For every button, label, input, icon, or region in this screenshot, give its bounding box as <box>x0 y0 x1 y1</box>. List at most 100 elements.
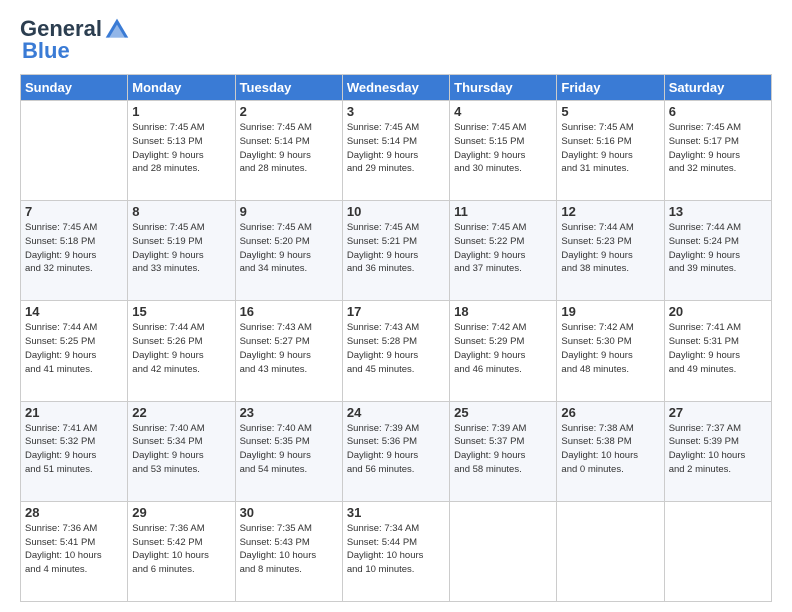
day-number: 28 <box>25 505 123 520</box>
day-number: 25 <box>454 405 552 420</box>
day-number: 27 <box>669 405 767 420</box>
day-number: 29 <box>132 505 230 520</box>
day-cell <box>450 501 557 601</box>
day-cell: 28 Sunrise: 7:36 AM Sunset: 5:41 PM Dayli… <box>21 501 128 601</box>
week-row-4: 21 Sunrise: 7:41 AM Sunset: 5:32 PM Dayli… <box>21 401 772 501</box>
week-row-1: 1Sunrise: 7:45 AM Sunset: 5:13 PM Daylig… <box>21 101 772 201</box>
day-info: Sunrise: 7:45 AM Sunset: 5:14 PM Dayligh… <box>240 121 338 176</box>
day-info: Sunrise: 7:40 AM Sunset: 5:35 PM Dayligh… <box>240 422 338 477</box>
day-info: Sunrise: 7:41 AM Sunset: 5:31 PM Dayligh… <box>669 321 767 376</box>
day-number: 9 <box>240 204 338 219</box>
day-cell: 15 Sunrise: 7:44 AM Sunset: 5:26 PM Dayli… <box>128 301 235 401</box>
day-cell <box>664 501 771 601</box>
day-info: Sunrise: 7:34 AM Sunset: 5:44 PM Dayligh… <box>347 522 445 577</box>
logo-icon <box>104 16 130 42</box>
day-cell: 27Sunrise: 7:37 AM Sunset: 5:39 PM Dayli… <box>664 401 771 501</box>
day-info: Sunrise: 7:36 AM Sunset: 5:41 PM Dayligh… <box>25 522 123 577</box>
logo: General Blue <box>20 16 132 64</box>
day-cell: 13Sunrise: 7:44 AM Sunset: 5:24 PM Dayli… <box>664 201 771 301</box>
day-number: 16 <box>240 304 338 319</box>
weekday-thursday: Thursday <box>450 75 557 101</box>
day-number: 15 <box>132 304 230 319</box>
day-number: 6 <box>669 104 767 119</box>
day-cell: 12 Sunrise: 7:44 AM Sunset: 5:23 PM Dayli… <box>557 201 664 301</box>
day-cell: 18 Sunrise: 7:42 AM Sunset: 5:29 PM Dayli… <box>450 301 557 401</box>
day-number: 11 <box>454 204 552 219</box>
day-cell: 31 Sunrise: 7:34 AM Sunset: 5:44 PM Dayli… <box>342 501 449 601</box>
day-info: Sunrise: 7:40 AM Sunset: 5:34 PM Dayligh… <box>132 422 230 477</box>
day-number: 7 <box>25 204 123 219</box>
day-info: Sunrise: 7:43 AM Sunset: 5:28 PM Dayligh… <box>347 321 445 376</box>
day-number: 26 <box>561 405 659 420</box>
day-cell: 14Sunrise: 7:44 AM Sunset: 5:25 PM Dayli… <box>21 301 128 401</box>
day-cell: 3Sunrise: 7:45 AM Sunset: 5:14 PM Daylig… <box>342 101 449 201</box>
day-info: Sunrise: 7:45 AM Sunset: 5:20 PM Dayligh… <box>240 221 338 276</box>
logo-blue-text: Blue <box>22 38 70 64</box>
weekday-sunday: Sunday <box>21 75 128 101</box>
day-number: 21 <box>25 405 123 420</box>
day-number: 24 <box>347 405 445 420</box>
week-row-5: 28 Sunrise: 7:36 AM Sunset: 5:41 PM Dayli… <box>21 501 772 601</box>
day-number: 17 <box>347 304 445 319</box>
day-cell: 29 Sunrise: 7:36 AM Sunset: 5:42 PM Dayli… <box>128 501 235 601</box>
day-info: Sunrise: 7:42 AM Sunset: 5:30 PM Dayligh… <box>561 321 659 376</box>
day-number: 30 <box>240 505 338 520</box>
day-info: Sunrise: 7:45 AM Sunset: 5:15 PM Dayligh… <box>454 121 552 176</box>
day-info: Sunrise: 7:38 AM Sunset: 5:38 PM Dayligh… <box>561 422 659 477</box>
day-cell: 21 Sunrise: 7:41 AM Sunset: 5:32 PM Dayli… <box>21 401 128 501</box>
day-number: 31 <box>347 505 445 520</box>
day-cell: 4Sunrise: 7:45 AM Sunset: 5:15 PM Daylig… <box>450 101 557 201</box>
day-number: 19 <box>561 304 659 319</box>
day-cell: 10 Sunrise: 7:45 AM Sunset: 5:21 PM Dayli… <box>342 201 449 301</box>
day-number: 18 <box>454 304 552 319</box>
day-number: 5 <box>561 104 659 119</box>
weekday-tuesday: Tuesday <box>235 75 342 101</box>
day-cell: 16 Sunrise: 7:43 AM Sunset: 5:27 PM Dayli… <box>235 301 342 401</box>
day-cell: 20 Sunrise: 7:41 AM Sunset: 5:31 PM Dayli… <box>664 301 771 401</box>
weekday-saturday: Saturday <box>664 75 771 101</box>
day-cell: 22 Sunrise: 7:40 AM Sunset: 5:34 PM Dayli… <box>128 401 235 501</box>
day-cell: 2Sunrise: 7:45 AM Sunset: 5:14 PM Daylig… <box>235 101 342 201</box>
week-row-2: 7Sunrise: 7:45 AM Sunset: 5:18 PM Daylig… <box>21 201 772 301</box>
day-cell: 17 Sunrise: 7:43 AM Sunset: 5:28 PM Dayli… <box>342 301 449 401</box>
day-info: Sunrise: 7:44 AM Sunset: 5:26 PM Dayligh… <box>132 321 230 376</box>
day-number: 22 <box>132 405 230 420</box>
day-cell: 11 Sunrise: 7:45 AM Sunset: 5:22 PM Dayli… <box>450 201 557 301</box>
day-number: 20 <box>669 304 767 319</box>
header: General Blue <box>20 16 772 64</box>
day-cell <box>21 101 128 201</box>
day-info: Sunrise: 7:35 AM Sunset: 5:43 PM Dayligh… <box>240 522 338 577</box>
day-number: 3 <box>347 104 445 119</box>
day-cell: 25 Sunrise: 7:39 AM Sunset: 5:37 PM Dayli… <box>450 401 557 501</box>
day-info: Sunrise: 7:45 AM Sunset: 5:19 PM Dayligh… <box>132 221 230 276</box>
day-number: 8 <box>132 204 230 219</box>
day-info: Sunrise: 7:45 AM Sunset: 5:21 PM Dayligh… <box>347 221 445 276</box>
day-cell: 6 Sunrise: 7:45 AM Sunset: 5:17 PM Daylig… <box>664 101 771 201</box>
day-number: 1 <box>132 104 230 119</box>
day-cell: 30 Sunrise: 7:35 AM Sunset: 5:43 PM Dayli… <box>235 501 342 601</box>
day-cell <box>557 501 664 601</box>
day-cell: 8 Sunrise: 7:45 AM Sunset: 5:19 PM Daylig… <box>128 201 235 301</box>
day-info: Sunrise: 7:36 AM Sunset: 5:42 PM Dayligh… <box>132 522 230 577</box>
day-info: Sunrise: 7:42 AM Sunset: 5:29 PM Dayligh… <box>454 321 552 376</box>
day-info: Sunrise: 7:44 AM Sunset: 5:24 PM Dayligh… <box>669 221 767 276</box>
day-info: Sunrise: 7:41 AM Sunset: 5:32 PM Dayligh… <box>25 422 123 477</box>
day-number: 23 <box>240 405 338 420</box>
weekday-header-row: SundayMondayTuesdayWednesdayThursdayFrid… <box>21 75 772 101</box>
calendar-table: SundayMondayTuesdayWednesdayThursdayFrid… <box>20 74 772 602</box>
day-info: Sunrise: 7:45 AM Sunset: 5:22 PM Dayligh… <box>454 221 552 276</box>
week-row-3: 14Sunrise: 7:44 AM Sunset: 5:25 PM Dayli… <box>21 301 772 401</box>
day-info: Sunrise: 7:45 AM Sunset: 5:17 PM Dayligh… <box>669 121 767 176</box>
day-cell: 19 Sunrise: 7:42 AM Sunset: 5:30 PM Dayli… <box>557 301 664 401</box>
weekday-monday: Monday <box>128 75 235 101</box>
day-cell: 24Sunrise: 7:39 AM Sunset: 5:36 PM Dayli… <box>342 401 449 501</box>
day-cell: 23 Sunrise: 7:40 AM Sunset: 5:35 PM Dayli… <box>235 401 342 501</box>
day-cell: 7Sunrise: 7:45 AM Sunset: 5:18 PM Daylig… <box>21 201 128 301</box>
day-cell: 1Sunrise: 7:45 AM Sunset: 5:13 PM Daylig… <box>128 101 235 201</box>
day-number: 10 <box>347 204 445 219</box>
day-info: Sunrise: 7:43 AM Sunset: 5:27 PM Dayligh… <box>240 321 338 376</box>
day-number: 12 <box>561 204 659 219</box>
day-cell: 26 Sunrise: 7:38 AM Sunset: 5:38 PM Dayli… <box>557 401 664 501</box>
day-info: Sunrise: 7:44 AM Sunset: 5:23 PM Dayligh… <box>561 221 659 276</box>
day-info: Sunrise: 7:39 AM Sunset: 5:37 PM Dayligh… <box>454 422 552 477</box>
